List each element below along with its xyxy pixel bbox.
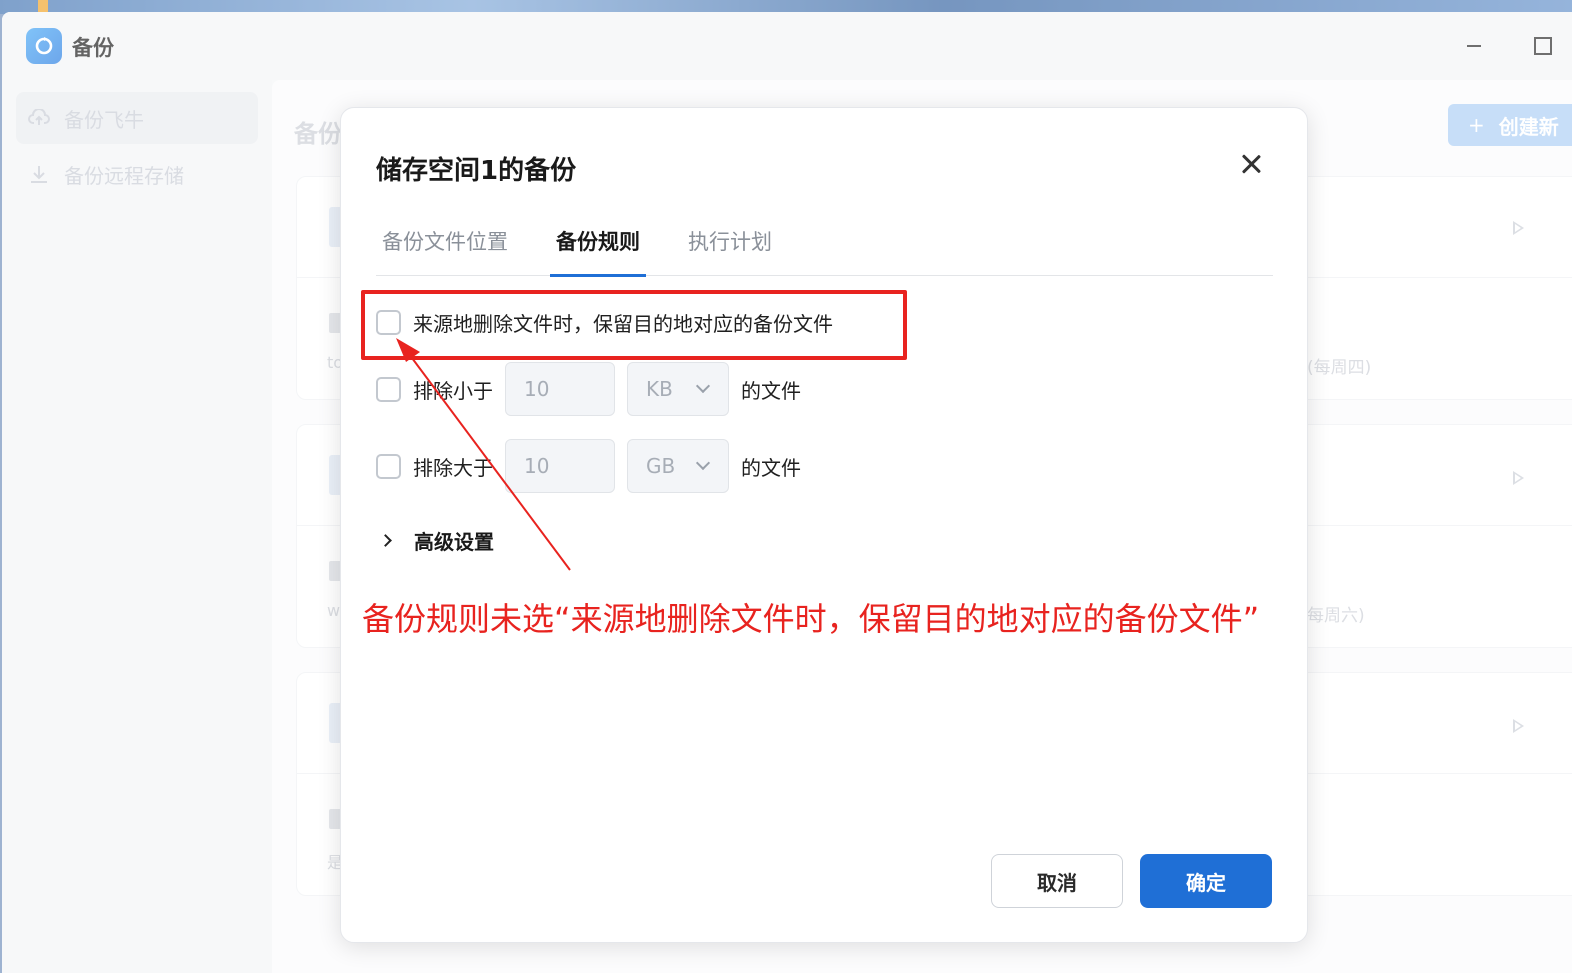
tab-backup-location[interactable]: 备份文件位置 [382,226,508,276]
exclude-larger-checkbox[interactable] [376,453,401,479]
exclude-smaller-label: 排除小于 [413,378,493,403]
unit-value: KB [646,377,673,401]
dialog-title: 储存空间1的备份 [376,156,577,186]
unit-value: GB [646,454,676,478]
chevron-right-icon [379,534,392,547]
annotation-text: 备份规则未选“来源地删除文件时，保留目的地对应的备份文件” [362,600,1260,638]
close-icon[interactable] [1239,152,1263,176]
exclude-larger-suffix: 的文件 [741,455,801,480]
exclude-larger-row: 排除大于 10 GB 的文件 [376,439,801,493]
chevron-down-icon [695,378,711,394]
backup-settings-dialog: 储存空间1的备份 备份文件位置 备份规则 执行计划 来源地删除文件时，保留目的地… [340,107,1308,943]
tab-schedule[interactable]: 执行计划 [688,226,772,276]
exclude-smaller-size-input[interactable]: 10 [505,362,615,416]
annotation-highlight-box [361,290,907,360]
exclude-smaller-unit-select[interactable]: KB [627,362,729,416]
advanced-settings-toggle[interactable]: 高级设置 [379,526,494,555]
exclude-larger-size-input[interactable]: 10 [505,439,615,493]
exclude-larger-label: 排除大于 [413,455,493,480]
exclude-larger-unit-select[interactable]: GB [627,439,729,493]
tab-backup-rules[interactable]: 备份规则 [550,226,646,277]
dialog-tabs: 备份文件位置 备份规则 执行计划 [376,220,1273,277]
confirm-button[interactable]: 确定 [1140,854,1272,908]
advanced-settings-label: 高级设置 [414,530,494,554]
cancel-button[interactable]: 取消 [991,854,1123,908]
chevron-down-icon [695,455,711,471]
exclude-smaller-row: 排除小于 10 KB 的文件 [376,362,801,416]
exclude-smaller-suffix: 的文件 [741,378,801,403]
exclude-smaller-checkbox[interactable] [376,376,401,402]
